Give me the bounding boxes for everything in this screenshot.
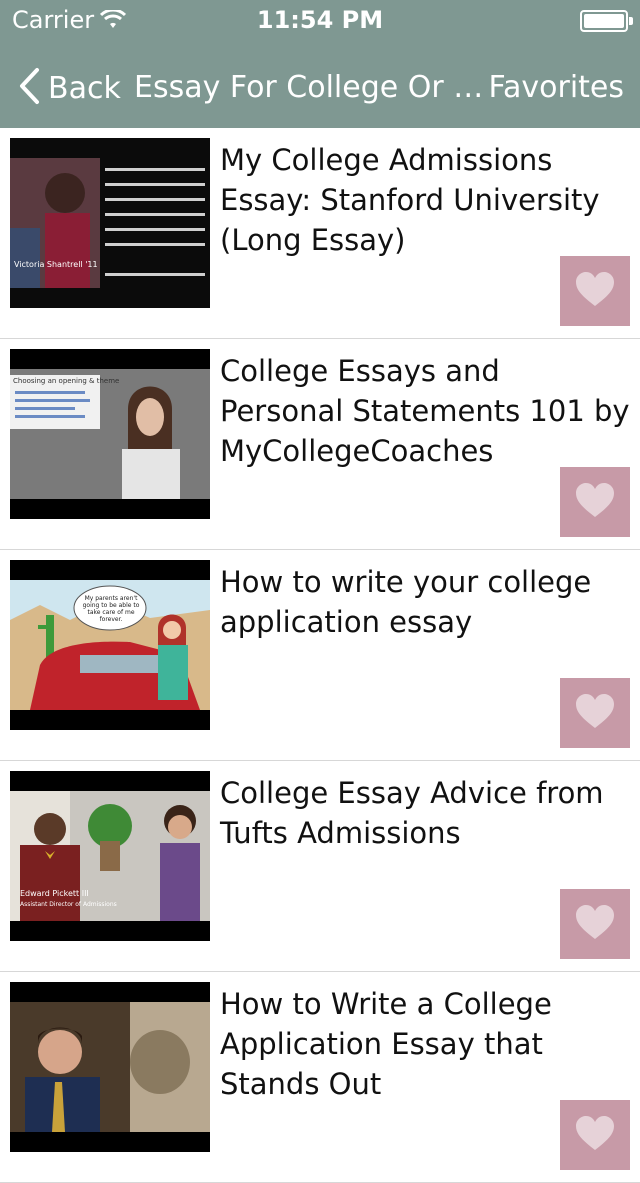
video-title[interactable]: College Essays and Personal Statements 1… (220, 351, 630, 471)
thumbnail-caption: My parents aren't going to be able to ta… (82, 595, 140, 623)
video-thumbnail[interactable] (10, 982, 210, 1152)
favorite-button[interactable] (560, 467, 630, 537)
video-title[interactable]: How to Write a College Application Essay… (220, 984, 630, 1104)
list-item[interactable]: Choosing an opening & theme College Essa… (0, 339, 640, 550)
heart-icon (574, 270, 616, 312)
thumbnail-caption: Victoria Shantrell '11 (14, 260, 98, 269)
heart-icon (574, 1114, 616, 1156)
page-title: Essay For College Or Unive... (134, 70, 504, 105)
video-list: Victoria Shantrell '11 My College Admiss… (0, 128, 640, 1183)
video-title[interactable]: My College Admissions Essay: Stanford Un… (220, 140, 630, 260)
battery-icon (580, 10, 633, 32)
list-item[interactable]: Edward Pickett III Assistant Director of… (0, 761, 640, 972)
heart-icon (574, 903, 616, 945)
video-thumbnail[interactable]: Choosing an opening & theme (10, 349, 210, 519)
video-thumbnail[interactable]: Victoria Shantrell '11 (10, 138, 210, 308)
thumbnail-caption: Choosing an opening & theme (13, 377, 120, 385)
favorite-button[interactable] (560, 256, 630, 326)
list-item[interactable]: Victoria Shantrell '11 My College Admiss… (0, 128, 640, 339)
video-thumbnail[interactable]: Edward Pickett III Assistant Director of… (10, 771, 210, 941)
favorites-button[interactable]: Favorites (488, 70, 624, 105)
chevron-left-icon (18, 67, 40, 109)
favorite-button[interactable] (560, 1100, 630, 1170)
favorite-button[interactable] (560, 889, 630, 959)
list-item[interactable]: My parents aren't going to be able to ta… (0, 550, 640, 761)
video-thumbnail[interactable]: My parents aren't going to be able to ta… (10, 560, 210, 730)
status-bar: Carrier 11:54 PM (0, 0, 640, 40)
thumbnail-subcaption: Assistant Director of Admissions (20, 901, 117, 908)
back-label: Back (48, 70, 121, 106)
nav-bar: Back Essay For College Or Unive... Favor… (0, 40, 640, 128)
video-title[interactable]: How to write your college application es… (220, 562, 630, 642)
thumbnail-caption: Edward Pickett III (20, 889, 89, 898)
clock: 11:54 PM (256, 6, 384, 34)
heart-icon (574, 481, 616, 523)
back-button[interactable]: Back (18, 68, 121, 108)
list-item[interactable]: How to Write a College Application Essay… (0, 972, 640, 1183)
video-title[interactable]: College Essay Advice from Tufts Admissio… (220, 773, 630, 853)
favorite-button[interactable] (560, 678, 630, 748)
heart-icon (574, 692, 616, 734)
